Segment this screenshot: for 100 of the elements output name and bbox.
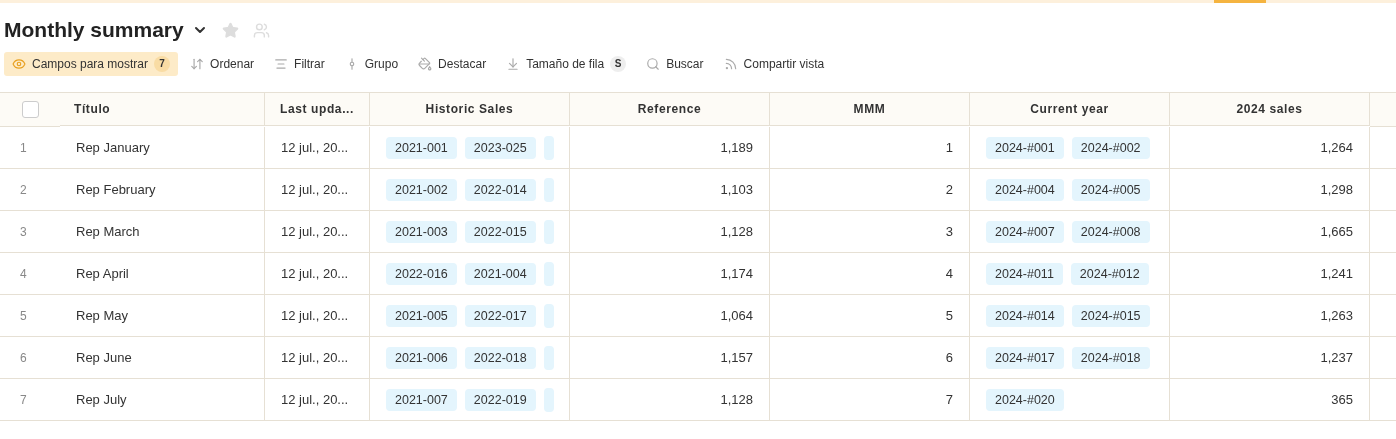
table-cell: Rep May [76, 308, 129, 323]
select-all-checkbox[interactable] [21, 101, 39, 118]
table-cell: 1,241 [1320, 266, 1353, 281]
tag-chip: 2024-#020 [986, 388, 1064, 411]
sort-icon [190, 56, 205, 71]
tag-chip: 2021-003 [386, 220, 457, 243]
tag-chip: 2021-001 [386, 136, 457, 159]
row-number: 1 [20, 140, 27, 155]
table-cell: 365 [1331, 392, 1353, 407]
table-cell: 12 jul., 20... [281, 224, 349, 239]
filter-icon [274, 56, 289, 71]
table-cell: Rep March [76, 224, 140, 239]
column-header[interactable]: Last upda... [265, 93, 370, 126]
table-cell: 1,189 [720, 140, 753, 155]
tag-chip: 2021-002 [386, 178, 457, 201]
toolbar-button[interactable]: Compartir vista [715, 51, 833, 76]
view-title: Monthly summary [4, 18, 184, 42]
tag-chip: 2022-017 [464, 304, 536, 327]
tag-chip: 2024-#002 [1071, 136, 1150, 159]
column-header[interactable]: Historic Sales [370, 93, 570, 126]
tag-chip: 2023-025 [464, 136, 536, 159]
tag-chip: 2022-014 [464, 178, 536, 201]
users-icon[interactable] [252, 21, 270, 39]
row-number: 2 [20, 182, 27, 197]
count-badge: 7 [154, 55, 171, 72]
toolbar-button[interactable]: Tamaño de fila S [498, 51, 635, 76]
table-cell: Rep April [76, 266, 129, 281]
table-cell: 5 [945, 308, 953, 323]
row-number: 3 [20, 224, 27, 239]
table-cell: 1,263 [1320, 308, 1353, 323]
table-cell: 1,665 [1320, 224, 1353, 239]
tag-chip: 2024-#011 [986, 262, 1063, 285]
table-cell: 12 jul., 20... [281, 308, 349, 323]
count-badge: S [610, 55, 627, 72]
tag-chip: 2024-#005 [1071, 178, 1150, 201]
table-cell: 1,064 [720, 308, 753, 323]
eye-icon [12, 56, 26, 71]
table-cell: 1,128 [720, 224, 753, 239]
tag-chip [543, 387, 554, 412]
tag-chip [543, 219, 554, 244]
column-header[interactable]: Reference [570, 93, 770, 126]
tag-chip [543, 261, 554, 286]
star-icon[interactable] [221, 21, 239, 39]
table-cell: 1,103 [720, 182, 753, 197]
toolbar-button[interactable]: Filtrar [266, 51, 333, 76]
tag-chip: 2021-007 [386, 388, 457, 411]
tag-chip: 2024-#004 [986, 178, 1064, 201]
tag-chip: 2022-019 [464, 388, 536, 411]
toolbar-button[interactable]: Campos para mostrar 7 [4, 51, 179, 76]
table-cell: Rep June [76, 350, 132, 365]
tag-chip: 2024-#018 [1071, 346, 1150, 369]
tag-chip: 2022-018 [464, 346, 536, 369]
column-header[interactable]: MMM [770, 93, 970, 126]
table-cell: 7 [945, 392, 953, 407]
table-cell: 12 jul., 20... [281, 350, 349, 365]
table-cell: 1,174 [720, 266, 753, 281]
tag-chip: 2024-#017 [986, 346, 1064, 369]
table-cell: 6 [945, 350, 953, 365]
row-height-icon [506, 56, 521, 71]
table-cell: 1,264 [1320, 140, 1353, 155]
table-cell: 4 [945, 266, 953, 281]
table-cell: 1,157 [720, 350, 753, 365]
column-header[interactable]: Current year [970, 93, 1170, 126]
paint-bucket-icon [418, 56, 433, 71]
table-cell: 12 jul., 20... [281, 182, 349, 197]
tag-chip: 2024-#012 [1070, 262, 1149, 285]
table-cell: 1 [945, 140, 953, 155]
row-number: 5 [20, 308, 27, 323]
tag-chip: 2022-016 [386, 262, 457, 285]
tag-chip: 2021-004 [464, 262, 536, 285]
table-cell: 3 [945, 224, 953, 239]
tab-indicator [1214, 0, 1266, 3]
column-header[interactable]: 2024 sales [1170, 93, 1370, 126]
tag-chip [543, 345, 554, 370]
table-cell: 2 [945, 182, 953, 197]
row-number: 4 [20, 266, 27, 281]
table-cell: 12 jul., 20... [281, 266, 349, 281]
rss-icon [723, 56, 738, 71]
tag-chip: 2024-#001 [986, 136, 1064, 159]
tag-chip: 2024-#014 [986, 304, 1064, 327]
toolbar-button[interactable]: Destacar [410, 51, 495, 76]
row-number: 7 [20, 392, 27, 407]
toolbar-button[interactable]: Grupo [336, 51, 407, 76]
tag-chip: 2021-005 [386, 304, 457, 327]
tag-chip [543, 303, 554, 328]
toolbar-button[interactable]: Buscar [638, 51, 712, 76]
tag-chip: 2022-015 [464, 220, 536, 243]
column-header[interactable]: Título [60, 93, 265, 126]
table-cell: Rep January [76, 140, 150, 155]
tag-chip: 2024-#007 [986, 220, 1064, 243]
table-cell: 12 jul., 20... [281, 140, 349, 155]
table-cell: 1,298 [1320, 182, 1353, 197]
toolbar-button[interactable]: Ordenar [182, 51, 263, 76]
tag-chip: 2021-006 [386, 346, 457, 369]
search-icon [646, 56, 661, 71]
table-cell: Rep February [76, 182, 156, 197]
tag-chip: 2024-#008 [1071, 220, 1150, 243]
table-cell: Rep July [76, 392, 127, 407]
table-cell: 12 jul., 20... [281, 392, 349, 407]
table-cell: 1,128 [720, 392, 753, 407]
